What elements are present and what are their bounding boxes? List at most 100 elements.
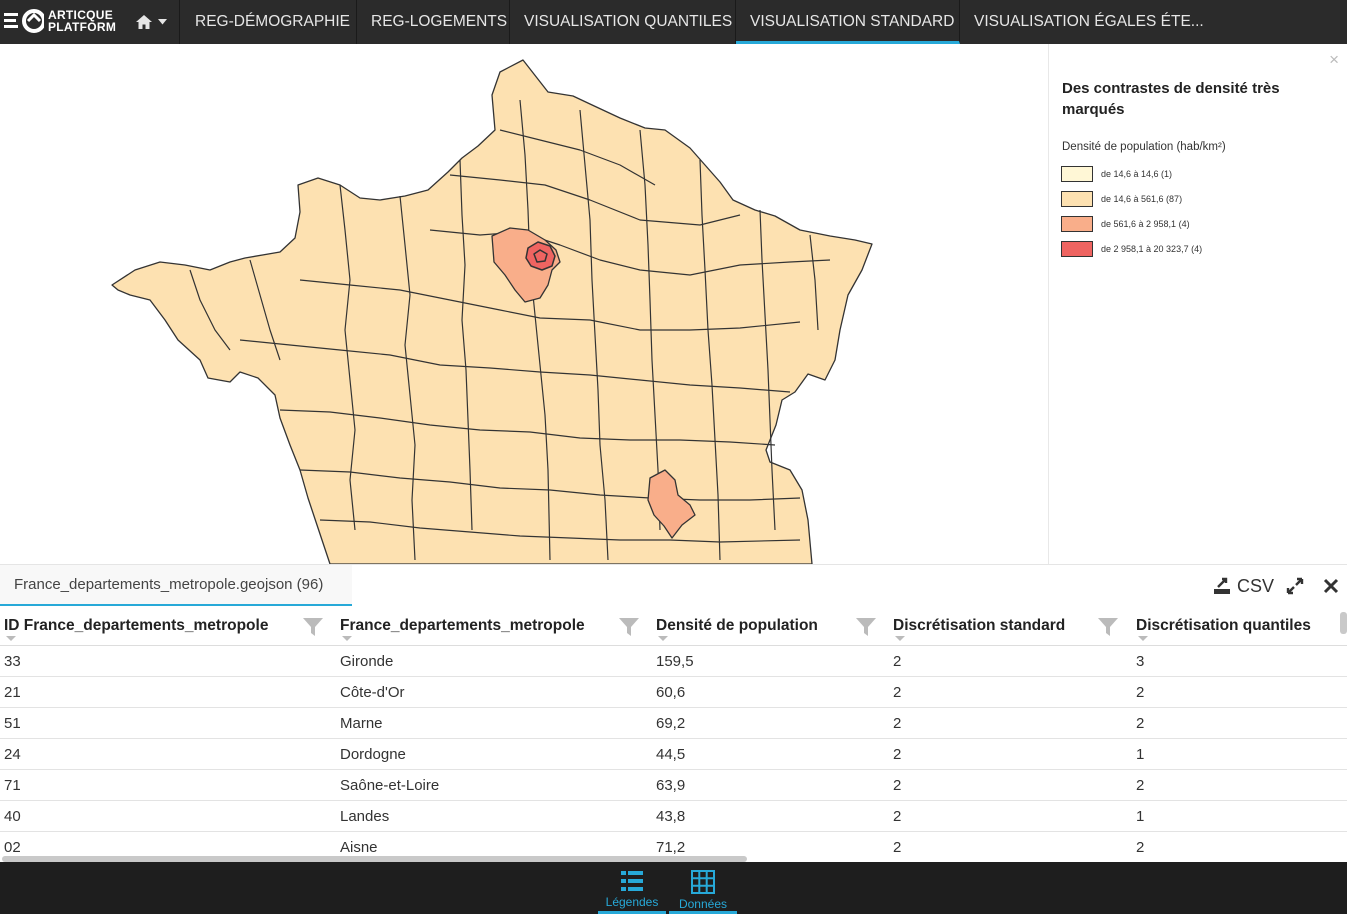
expand-button[interactable]	[1285, 565, 1305, 607]
filter-icon[interactable]	[1097, 616, 1119, 638]
home-menu-button[interactable]	[122, 0, 180, 44]
cell-standard-class: 2	[893, 715, 902, 732]
data-table[interactable]: ID France_departements_metropole France_…	[0, 606, 1347, 862]
table-header: ID France_departements_metropole France_…	[0, 606, 1347, 646]
close-icon	[1323, 578, 1339, 594]
list-icon	[621, 871, 643, 891]
sort-icon[interactable]	[895, 636, 905, 642]
legends-label: Légendes	[605, 895, 659, 909]
csv-label: CSV	[1237, 575, 1275, 596]
table-row[interactable]: 24 Dordogne 44,5 2 1	[0, 739, 1347, 770]
map-view[interactable]	[0, 44, 1048, 564]
data-label: Données	[678, 897, 728, 911]
bottom-toolbar: Légendes Données	[0, 862, 1347, 914]
cell-department: Marne	[340, 715, 383, 732]
legend-item: de 14,6 à 14,6 (1)	[1061, 165, 1172, 182]
legend-item: de 2 958,1 à 20 323,7 (4)	[1061, 240, 1202, 257]
legend-item: de 561,6 à 2 958,1 (4)	[1061, 215, 1190, 232]
top-navigation-bar: ARTICQUE PLATFORM REG-DÉMOGRAPHIE REG-LO…	[0, 0, 1347, 44]
data-button[interactable]: Données	[669, 862, 737, 914]
legend-swatch	[1061, 190, 1093, 207]
cell-density: 159,5	[656, 653, 694, 670]
legend-subtitle: Densité de population (hab/km²)	[1062, 141, 1226, 153]
cell-department: Dordogne	[340, 746, 406, 763]
logo-line-2: PLATFORM	[48, 20, 117, 34]
cell-quantile-class: 2	[1136, 839, 1145, 856]
tab-visualisation-quantiles[interactable]: VISUALISATION QUANTILES	[510, 0, 736, 44]
legend-close-button[interactable]: ×	[1329, 50, 1339, 70]
column-header[interactable]: Discrétisation quantiles	[1136, 606, 1311, 646]
cell-id: 21	[4, 684, 21, 701]
cell-id: 33	[4, 653, 21, 670]
sort-icon[interactable]	[6, 636, 16, 642]
legend-swatch	[1061, 240, 1093, 257]
cell-quantile-class: 2	[1136, 715, 1145, 732]
expand-icon	[1286, 577, 1304, 595]
legend-panel: × Des contrastes de densité très marqués…	[1048, 44, 1347, 564]
home-icon	[135, 15, 152, 29]
tab-visualisation-standard[interactable]: VISUALISATION STANDARD	[736, 0, 960, 44]
cell-id: 71	[4, 777, 21, 794]
vertical-scrollbar[interactable]	[1340, 612, 1347, 634]
table-row[interactable]: 51 Marne 69,2 2 2	[0, 708, 1347, 739]
cell-quantile-class: 1	[1136, 808, 1145, 825]
cell-density: 44,5	[656, 746, 686, 763]
filter-icon[interactable]	[618, 616, 640, 638]
legend-swatch	[1061, 215, 1093, 232]
cell-department: Gironde	[340, 653, 394, 670]
table-row[interactable]: 40 Landes 43,8 2 1	[0, 801, 1347, 832]
cell-density: 69,2	[656, 715, 686, 732]
grid-icon	[691, 870, 715, 894]
cell-id: 40	[4, 808, 21, 825]
cell-standard-class: 2	[893, 653, 902, 670]
export-icon	[1214, 577, 1230, 594]
legend-swatch	[1061, 165, 1093, 182]
cell-standard-class: 2	[893, 684, 902, 701]
cell-quantile-class: 1	[1136, 746, 1145, 763]
cell-department: Landes	[340, 808, 390, 825]
cell-standard-class: 2	[893, 839, 902, 856]
tab-visualisation-egales-etendues[interactable]: VISUALISATION ÉGALES ÉTE...	[960, 0, 1204, 44]
table-row[interactable]: 71 Saône-et-Loire 63,9 2 2	[0, 770, 1347, 801]
cell-id: 51	[4, 715, 21, 732]
legends-button[interactable]: Légendes	[598, 862, 666, 914]
legend-item-label: de 561,6 à 2 958,1 (4)	[1101, 218, 1190, 229]
tab-reg-logements[interactable]: REG-LOGEMENTS	[357, 0, 510, 44]
close-panel-button[interactable]	[1322, 565, 1340, 607]
column-header[interactable]: ID France_departements_metropole	[4, 606, 268, 646]
table-row[interactable]: 21 Côte-d'Or 60,6 2 2	[0, 677, 1347, 708]
cell-quantile-class: 2	[1136, 777, 1145, 794]
app-logo[interactable]: ARTICQUE PLATFORM	[0, 0, 120, 44]
cell-standard-class: 2	[893, 777, 902, 794]
cell-id: 24	[4, 746, 21, 763]
cell-quantile-class: 3	[1136, 653, 1145, 670]
cell-density: 63,9	[656, 777, 686, 794]
column-header[interactable]: France_departements_metropole	[340, 606, 585, 646]
sort-icon[interactable]	[1138, 636, 1148, 642]
column-header[interactable]: Densité de population	[656, 606, 818, 646]
filter-icon[interactable]	[302, 616, 324, 638]
articque-logo-icon	[4, 9, 44, 33]
caret-down-icon	[157, 19, 167, 25]
cell-standard-class: 2	[893, 808, 902, 825]
layer-tab[interactable]: France_departements_metropole.geojson (9…	[0, 565, 352, 607]
choropleth-map[interactable]	[0, 44, 1048, 564]
export-csv-button[interactable]: CSV	[1212, 565, 1274, 607]
legend-item: de 14,6 à 561,6 (87)	[1061, 190, 1182, 207]
tab-reg-demographie[interactable]: REG-DÉMOGRAPHIE	[181, 0, 357, 44]
legend-title: Des contrastes de densité très marqués	[1062, 80, 1280, 118]
cell-density: 60,6	[656, 684, 686, 701]
sort-icon[interactable]	[658, 636, 668, 642]
cell-department: Saône-et-Loire	[340, 777, 440, 794]
cell-standard-class: 2	[893, 746, 902, 763]
cell-density: 43,8	[656, 808, 686, 825]
france-outline	[111, 59, 873, 564]
logo-text: ARTICQUE PLATFORM	[48, 9, 116, 33]
filter-icon[interactable]	[855, 616, 877, 638]
cell-quantile-class: 2	[1136, 684, 1145, 701]
legend-item-label: de 14,6 à 14,6 (1)	[1101, 168, 1173, 179]
table-row[interactable]: 33 Gironde 159,5 2 3	[0, 646, 1347, 677]
legend-item-label: de 2 958,1 à 20 323,7 (4)	[1101, 243, 1203, 254]
column-header[interactable]: Discrétisation standard	[893, 606, 1065, 646]
sort-icon[interactable]	[342, 636, 352, 642]
